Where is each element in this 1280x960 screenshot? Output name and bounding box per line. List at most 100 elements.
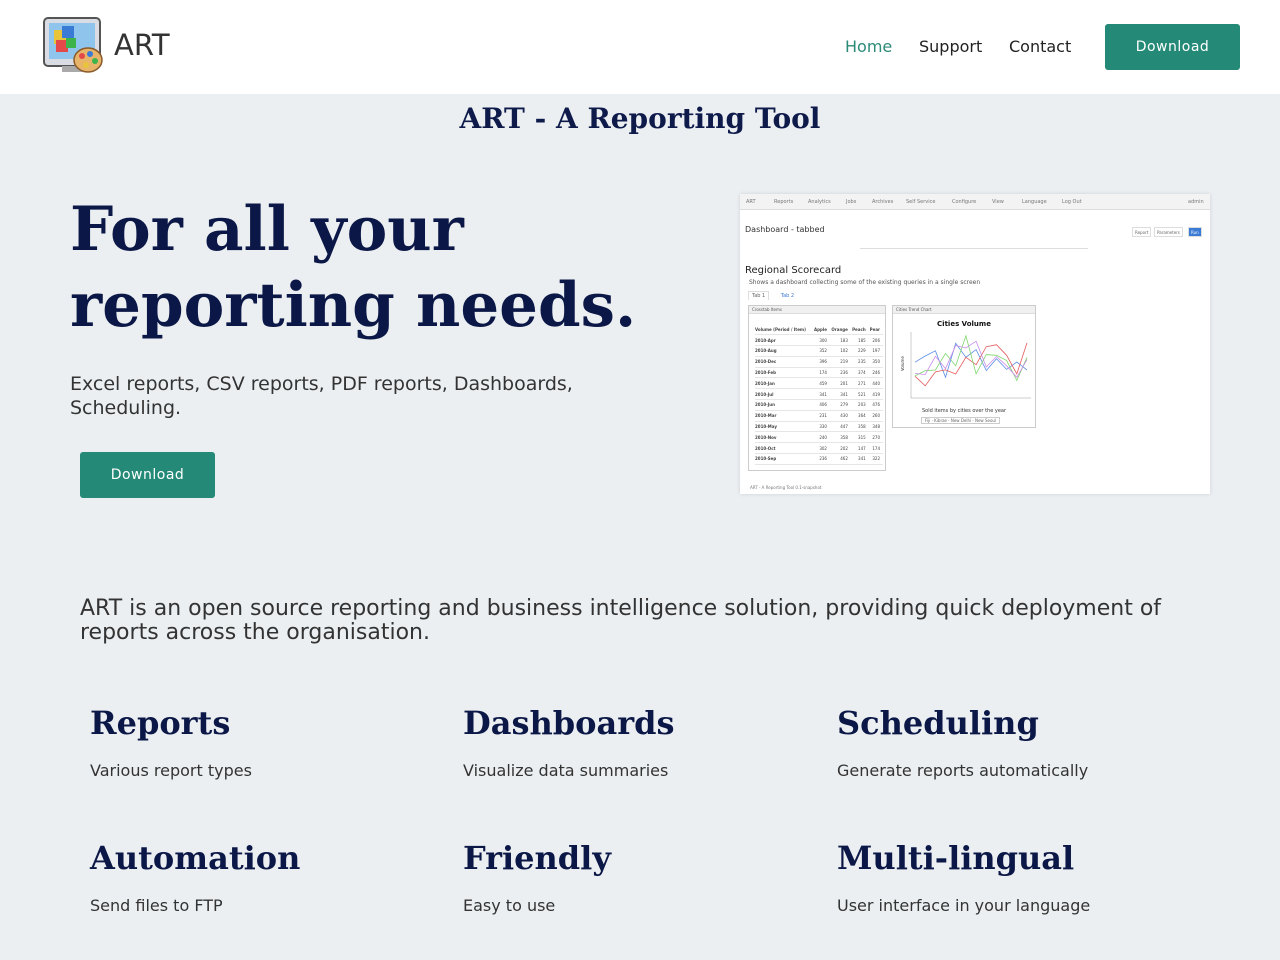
hero-download-button[interactable]: Download: [80, 452, 215, 498]
shot-table-cell: 406: [812, 399, 830, 411]
shot-table-cell: 364: [850, 410, 869, 422]
shot-table-cell: 147: [850, 442, 869, 455]
shot-table-cell: 185: [850, 334, 869, 347]
nav-support-link[interactable]: Support: [919, 37, 982, 56]
shot-table-cell: 206: [868, 334, 883, 347]
shot-table-cell: 2010-Apr: [755, 334, 813, 347]
shot-chart-caption: Sold items by cities over the year: [921, 408, 1007, 414]
shot-table-row: 2010-Aug 352 102 229 197: [755, 345, 883, 357]
shot-table-cell: 2010-Jul: [755, 388, 813, 401]
shot-table-row: 2010-Feb 174 236 374 246: [755, 367, 883, 379]
brand-name[interactable]: ART: [114, 28, 170, 62]
shot-menu-item: Self Service: [906, 199, 936, 205]
shot-table-cell: 341: [850, 453, 869, 465]
shot-chart-series-line: [914, 340, 1028, 378]
shot-report-title: Regional Scorecard: [745, 265, 842, 276]
shot-table-cell: 2010-Sep: [755, 453, 813, 465]
shot-table-cell: 348: [868, 421, 883, 433]
shot-chart-series-line: [914, 342, 1028, 379]
shot-table-row: 2010-Sep 236 462 341 322: [755, 453, 883, 465]
shot-table-cell: 462: [829, 453, 851, 465]
shot-table-cell: 302: [812, 442, 830, 455]
feature-title: Dashboards: [463, 704, 675, 742]
shot-table-cell: 2010-Nov: [755, 431, 813, 444]
shot-table-cell: 419: [868, 388, 883, 401]
hero-heading-line2: reporting needs.: [70, 270, 637, 341]
shot-report-desc: Shows a dashboard collecting some of the…: [749, 279, 981, 286]
shot-menu-item: admin: [1188, 199, 1204, 205]
shot-tab: Tab 2: [780, 293, 795, 299]
shot-menu-item: View: [992, 199, 1004, 205]
feature-title: Automation: [90, 839, 301, 877]
shot-table-cell: 2010-May: [755, 421, 813, 433]
feature-dashboards: Dashboards Visualize data summaries: [463, 703, 793, 780]
shot-menu-item: ART: [746, 199, 756, 205]
hero-subtext: Excel reports, CSV reports, PDF reports,…: [70, 373, 573, 419]
shot-table-cell: 236: [812, 453, 830, 465]
feature-desc: Visualize data summaries: [463, 761, 669, 780]
shot-legend-item: Fiji: [925, 418, 931, 423]
shot-table-cell: 183: [829, 334, 851, 347]
art-logo-icon[interactable]: [42, 16, 104, 78]
shot-table-cell: 2010-Oct: [755, 442, 813, 455]
feature-desc: Send files to FTP: [90, 896, 223, 915]
shot-table-cell: 229: [850, 345, 869, 357]
feature-desc: Generate reports automatically: [837, 761, 1089, 780]
shot-menu-item: Reports: [774, 199, 794, 205]
shot-table-cell: 235: [850, 356, 869, 368]
shot-legend-item: New Delhi: [950, 418, 972, 423]
shot-table-cell: 231: [812, 410, 830, 422]
shot-table-panel: Crosstab Items Volume (Period / Item) App…: [748, 305, 886, 471]
shot-menu-item: Log Out: [1062, 199, 1082, 205]
shot-table-cell: 271: [850, 377, 869, 390]
shot-table-cell: 352: [812, 345, 830, 357]
shot-table-cell: 374: [850, 367, 869, 379]
feature-desc: User interface in your language: [837, 896, 1091, 915]
shot-table-header: Apple: [812, 324, 830, 336]
header-download-button[interactable]: Download: [1105, 24, 1240, 70]
shot-divider: [860, 248, 1088, 249]
shot-table-cell: 330: [812, 421, 830, 433]
about-text: ART is an open source reporting and busi…: [80, 596, 1162, 645]
feature-desc: Easy to use: [463, 896, 556, 915]
shot-table-panel-title: Crosstab Items: [749, 306, 885, 314]
product-screenshot: ART Reports Analytics Jobs Archives Self…: [740, 194, 1210, 494]
shot-legend-item: New Seoul: [974, 418, 997, 423]
shot-table-cell: 2010-Mar: [755, 410, 813, 422]
feature-title: Friendly: [463, 839, 611, 877]
shot-crosstab-table: Volume (Period / Item) Apple Orange Peach Pe…: [755, 324, 883, 465]
shot-table-cell: 197: [868, 345, 883, 357]
shot-table-cell: 447: [829, 421, 851, 433]
shot-report-button: Report: [1132, 227, 1152, 237]
shot-table-cell: 521: [850, 388, 869, 401]
top-navbar: ART Home Support Contact Download: [0, 0, 1280, 94]
shot-table-cell: 203: [850, 399, 869, 411]
shot-table-cell: 236: [829, 367, 851, 379]
nav-contact-link[interactable]: Contact: [1009, 37, 1071, 56]
shot-table-cell: 102: [829, 345, 851, 357]
shot-table-cell: 396: [812, 356, 830, 368]
shot-table-cell: 440: [868, 377, 883, 390]
shot-tabs: Tab 1 Tab 2: [748, 291, 795, 300]
shot-table-cell: 279: [829, 399, 851, 411]
feature-title: Reports: [90, 704, 231, 742]
shot-menu-item: Archives: [872, 199, 894, 205]
feature-reports: Reports Various report types: [90, 703, 420, 780]
shot-table-cell: 459: [812, 377, 830, 390]
shot-menu-item: Jobs: [846, 199, 857, 205]
shot-chart-legend: Fiji · Kibrae · New Delhi · New Seoul: [921, 417, 1001, 424]
shot-table-cell: 174: [812, 367, 830, 379]
shot-menu-item: Configure: [952, 199, 977, 205]
shot-table-cell: 2010-Jan: [755, 377, 813, 390]
shot-table-header: Pear: [868, 324, 883, 336]
feature-desc: Various report types: [90, 761, 252, 780]
shot-table-cell: 202: [829, 442, 851, 455]
shot-table-row: 2010-Jul 341 341 521 419: [755, 388, 883, 401]
feature-scheduling: Scheduling Generate reports automaticall…: [837, 703, 1167, 780]
shot-table-cell: 2010-Jun: [755, 399, 813, 411]
shot-table-cell: 341: [829, 388, 851, 401]
shot-table-cell: 201: [829, 377, 851, 390]
shot-table-row: 2010-Apr 300 183 185 206: [755, 334, 883, 347]
shot-table-cell: 219: [829, 356, 851, 368]
nav-home-link[interactable]: Home: [845, 37, 892, 56]
